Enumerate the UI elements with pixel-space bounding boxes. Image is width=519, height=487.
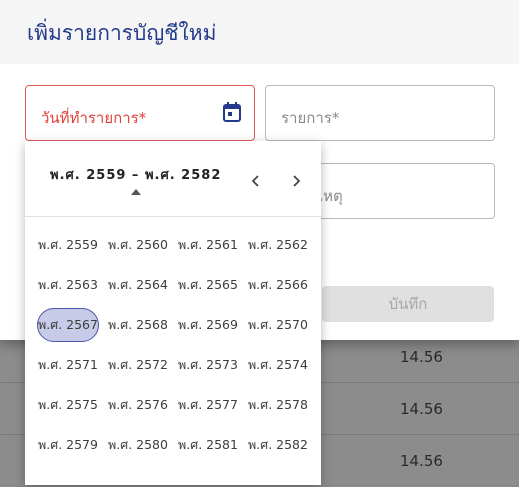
- year-option[interactable]: พ.ศ. 2574: [247, 348, 309, 382]
- year-range-label[interactable]: พ.ศ. 2559 – พ.ศ. 2582: [50, 164, 221, 185]
- year-option[interactable]: พ.ศ. 2581: [177, 428, 239, 462]
- date-field[interactable]: วันที่ทำรายการ*: [25, 85, 255, 141]
- caret-up-icon[interactable]: [131, 189, 141, 195]
- table-cell-value: 14.56: [400, 400, 443, 418]
- year-option[interactable]: พ.ศ. 2582: [247, 428, 309, 462]
- year-option-selected[interactable]: พ.ศ. 2567: [37, 308, 99, 342]
- year-option[interactable]: พ.ศ. 2579: [37, 428, 99, 462]
- dialog-title: เพิ่มรายการบัญชีใหม่: [27, 21, 217, 45]
- year-option[interactable]: พ.ศ. 2573: [177, 348, 239, 382]
- year-cell: พ.ศ. 2562: [243, 225, 313, 265]
- year-cell: พ.ศ. 2561: [173, 225, 243, 265]
- year-option[interactable]: พ.ศ. 2570: [247, 308, 309, 342]
- year-cell: พ.ศ. 2575: [33, 385, 103, 425]
- note-field-label: เหตุ: [318, 187, 343, 205]
- year-option[interactable]: พ.ศ. 2577: [177, 388, 239, 422]
- year-cell: พ.ศ. 2570: [243, 305, 313, 345]
- year-cell: พ.ศ. 2564: [103, 265, 173, 305]
- year-cell: พ.ศ. 2560: [103, 225, 173, 265]
- year-option[interactable]: พ.ศ. 2572: [107, 348, 169, 382]
- calendar-icon[interactable]: [223, 102, 241, 122]
- table-cell-value: 14.56: [400, 452, 443, 470]
- year-cell: พ.ศ. 2566: [243, 265, 313, 305]
- year-cell: พ.ศ. 2578: [243, 385, 313, 425]
- year-cell: พ.ศ. 2577: [173, 385, 243, 425]
- year-option[interactable]: พ.ศ. 2560: [107, 228, 169, 262]
- year-option[interactable]: พ.ศ. 2564: [107, 268, 169, 302]
- year-cell: พ.ศ. 2572: [103, 345, 173, 385]
- item-field[interactable]: รายการ*: [265, 85, 495, 141]
- divider: [25, 216, 321, 217]
- year-cell: พ.ศ. 2574: [243, 345, 313, 385]
- year-option[interactable]: พ.ศ. 2568: [107, 308, 169, 342]
- year-option[interactable]: พ.ศ. 2580: [107, 428, 169, 462]
- save-button[interactable]: บันทึก: [322, 286, 494, 322]
- year-cell: พ.ศ. 2568: [103, 305, 173, 345]
- year-option[interactable]: พ.ศ. 2566: [247, 268, 309, 302]
- year-option[interactable]: พ.ศ. 2561: [177, 228, 239, 262]
- year-cell: พ.ศ. 2563: [33, 265, 103, 305]
- year-option[interactable]: พ.ศ. 2575: [37, 388, 99, 422]
- year-cell: พ.ศ. 2567: [33, 305, 103, 345]
- year-option[interactable]: พ.ศ. 2562: [247, 228, 309, 262]
- year-option[interactable]: พ.ศ. 2578: [247, 388, 309, 422]
- year-picker: พ.ศ. 2559 – พ.ศ. 2582 พ.ศ. 2559 พ.ศ. 2560…: [25, 141, 321, 485]
- chevron-right-icon[interactable]: [286, 171, 306, 191]
- year-cell: พ.ศ. 2576: [103, 385, 173, 425]
- year-cell: พ.ศ. 2579: [33, 425, 103, 465]
- year-grid: พ.ศ. 2559 พ.ศ. 2560 พ.ศ. 2561 พ.ศ. 2562 พ.ศ.…: [33, 225, 313, 465]
- date-field-label: วันที่ทำรายการ*: [41, 109, 147, 127]
- year-option[interactable]: พ.ศ. 2576: [107, 388, 169, 422]
- year-cell: พ.ศ. 2573: [173, 345, 243, 385]
- dialog-header: เพิ่มรายการบัญชีใหม่: [0, 0, 519, 64]
- year-option[interactable]: พ.ศ. 2563: [37, 268, 99, 302]
- year-cell: พ.ศ. 2559: [33, 225, 103, 265]
- year-cell: พ.ศ. 2569: [173, 305, 243, 345]
- year-option[interactable]: พ.ศ. 2565: [177, 268, 239, 302]
- item-field-label: รายการ*: [281, 109, 340, 127]
- year-option[interactable]: พ.ศ. 2571: [37, 348, 99, 382]
- year-cell: พ.ศ. 2581: [173, 425, 243, 465]
- chevron-left-icon[interactable]: [246, 171, 266, 191]
- year-cell: พ.ศ. 2565: [173, 265, 243, 305]
- year-cell: พ.ศ. 2571: [33, 345, 103, 385]
- year-cell: พ.ศ. 2580: [103, 425, 173, 465]
- year-option[interactable]: พ.ศ. 2569: [177, 308, 239, 342]
- year-cell: พ.ศ. 2582: [243, 425, 313, 465]
- year-option[interactable]: พ.ศ. 2559: [37, 228, 99, 262]
